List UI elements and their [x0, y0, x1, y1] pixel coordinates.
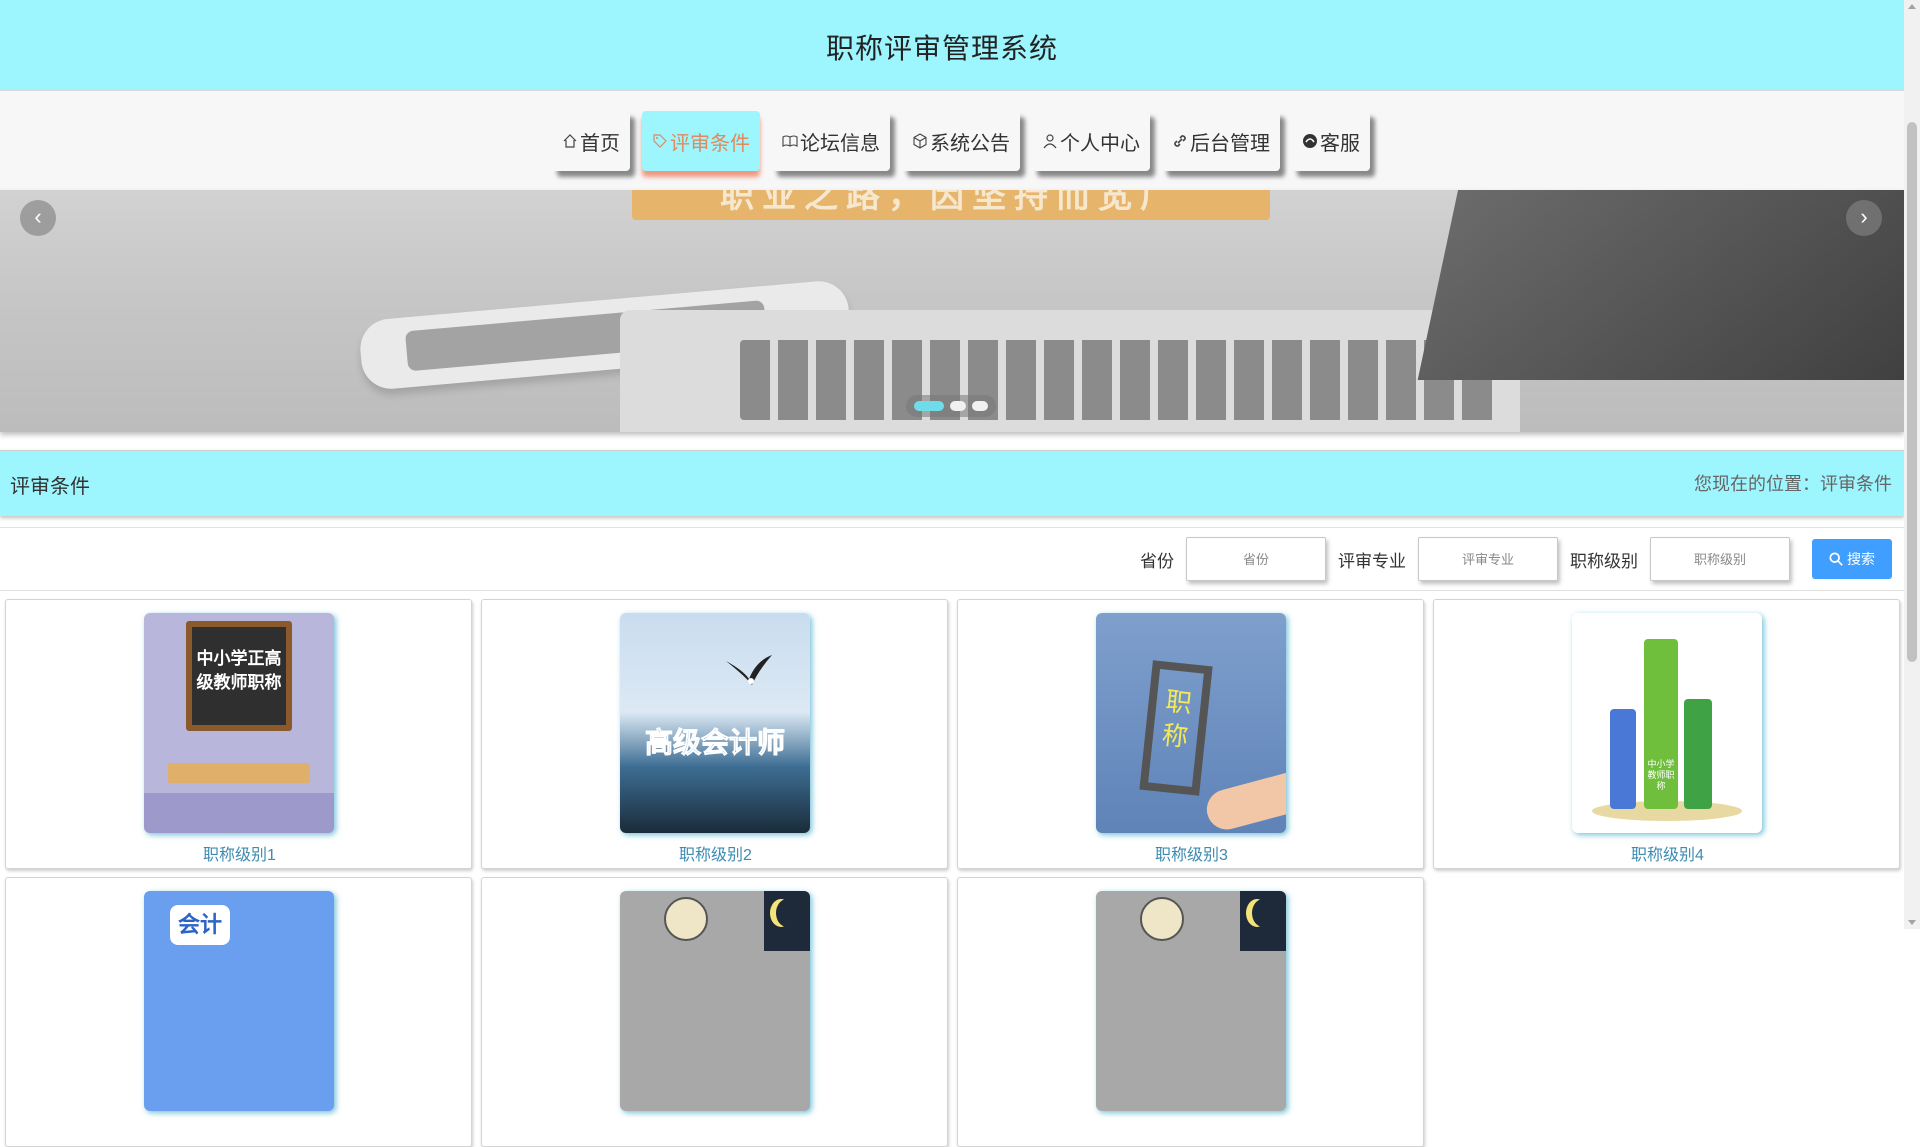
card-caption: 职称级别4: [1631, 847, 1704, 864]
nav-item-label: 评审条件: [670, 132, 750, 155]
level-label: 职称级别: [1570, 551, 1638, 571]
forum-icon: [782, 135, 798, 148]
search-button-label: 搜索: [1847, 551, 1875, 567]
carousel-prev-button[interactable]: ‹: [20, 200, 56, 236]
province-input[interactable]: [1186, 537, 1326, 581]
nav-item-label: 首页: [580, 132, 620, 155]
chevron-left-icon: ‹: [34, 204, 42, 229]
link-icon: [1174, 135, 1186, 147]
section-header: 评审条件 您现在的位置：评审条件: [0, 450, 1904, 516]
carousel-indicators: [906, 395, 996, 417]
nav-menu: 首页 评审条件 论坛信息 系统公告 个人中心 后台管理 客服: [552, 111, 1370, 171]
search-bar: 省份 评审专业 职称级别 搜索: [0, 527, 1904, 591]
card-caption: 职称级别1: [203, 847, 276, 864]
nav-item-customer-service[interactable]: 客服: [1292, 111, 1370, 171]
level-input[interactable]: [1650, 537, 1790, 581]
nav-item-label: 个人中心: [1060, 132, 1140, 155]
card-caption: 职称级别3: [1155, 847, 1228, 864]
moon-icon: [1252, 899, 1274, 927]
carousel-dot[interactable]: [972, 401, 988, 411]
list-item[interactable]: 中小学正高级教师职称 职称级别1: [5, 599, 472, 869]
search-button[interactable]: 搜索: [1812, 539, 1892, 579]
chevron-right-icon: ›: [1860, 204, 1868, 229]
page-scrollbar[interactable]: [1904, 0, 1920, 929]
nav-item-personal-center[interactable]: 个人中心: [1032, 111, 1150, 171]
breadcrumb: 您现在的位置：评审条件: [1694, 474, 1892, 494]
tag-icon: [653, 134, 667, 148]
nav-item-admin[interactable]: 后台管理: [1162, 111, 1280, 171]
scroll-down-icon[interactable]: [1908, 920, 1916, 925]
list-item[interactable]: [957, 877, 1424, 1147]
header: 职称评审管理系统: [0, 0, 1904, 91]
major-input[interactable]: [1418, 537, 1558, 581]
list-item[interactable]: [481, 877, 948, 1147]
card-caption: 职称级别2: [679, 847, 752, 864]
card-image: [1096, 891, 1286, 1111]
card-image: [620, 891, 810, 1111]
card-image: 中小学正高级教师职称: [144, 613, 334, 833]
moon-icon: [776, 899, 798, 927]
service-icon: [1303, 134, 1317, 148]
card-image: 高级会计师: [620, 613, 810, 833]
home-icon: [563, 134, 577, 148]
list-item[interactable]: 高级会计师 职称级别2: [481, 599, 948, 869]
scroll-up-icon[interactable]: [1908, 4, 1916, 9]
major-label: 评审专业: [1338, 551, 1406, 571]
clock-icon: [1140, 897, 1184, 941]
list-item[interactable]: 会计: [5, 877, 472, 1147]
section-title: 评审条件: [10, 476, 90, 498]
cube-icon: [913, 133, 927, 149]
carousel-dot[interactable]: [950, 401, 966, 411]
nav-item-home[interactable]: 首页: [552, 111, 630, 171]
nav-bar: 首页 评审条件 论坛信息 系统公告 个人中心 后台管理 客服: [0, 91, 1904, 190]
page-title: 职称评审管理系统: [825, 33, 1058, 64]
user-icon: [1043, 134, 1057, 149]
nav-item-label: 后台管理: [1190, 132, 1270, 155]
search-form: 省份 评审专业 职称级别 搜索: [1140, 537, 1892, 581]
province-label: 省份: [1140, 551, 1174, 571]
clock-icon: [664, 897, 708, 941]
list-item[interactable]: 职称 职称级别3: [957, 599, 1424, 869]
nav-item-label: 论坛信息: [800, 132, 880, 155]
nav-item-label: 客服: [1320, 132, 1360, 155]
banner-laptop-image: [620, 190, 1904, 432]
list-item[interactable]: 中小学教师职称 职称级别4: [1433, 599, 1900, 869]
eagle-icon: [726, 655, 772, 685]
search-icon: [1829, 552, 1843, 566]
carousel-dot[interactable]: [914, 401, 944, 411]
card-image: 会计: [144, 891, 334, 1111]
nav-item-announcements[interactable]: 系统公告: [902, 111, 1020, 171]
card-image: 中小学教师职称: [1572, 613, 1762, 833]
nav-item-label: 系统公告: [930, 132, 1010, 155]
card-image: 职称: [1096, 613, 1286, 833]
banner-carousel[interactable]: 职业之路，因坚持而宽广 ‹ ›: [0, 190, 1904, 432]
nav-item-forum[interactable]: 论坛信息: [772, 111, 890, 171]
carousel-next-button[interactable]: ›: [1846, 200, 1882, 236]
scrollbar-thumb[interactable]: [1907, 122, 1917, 662]
nav-item-review-conditions[interactable]: 评审条件: [642, 111, 760, 171]
